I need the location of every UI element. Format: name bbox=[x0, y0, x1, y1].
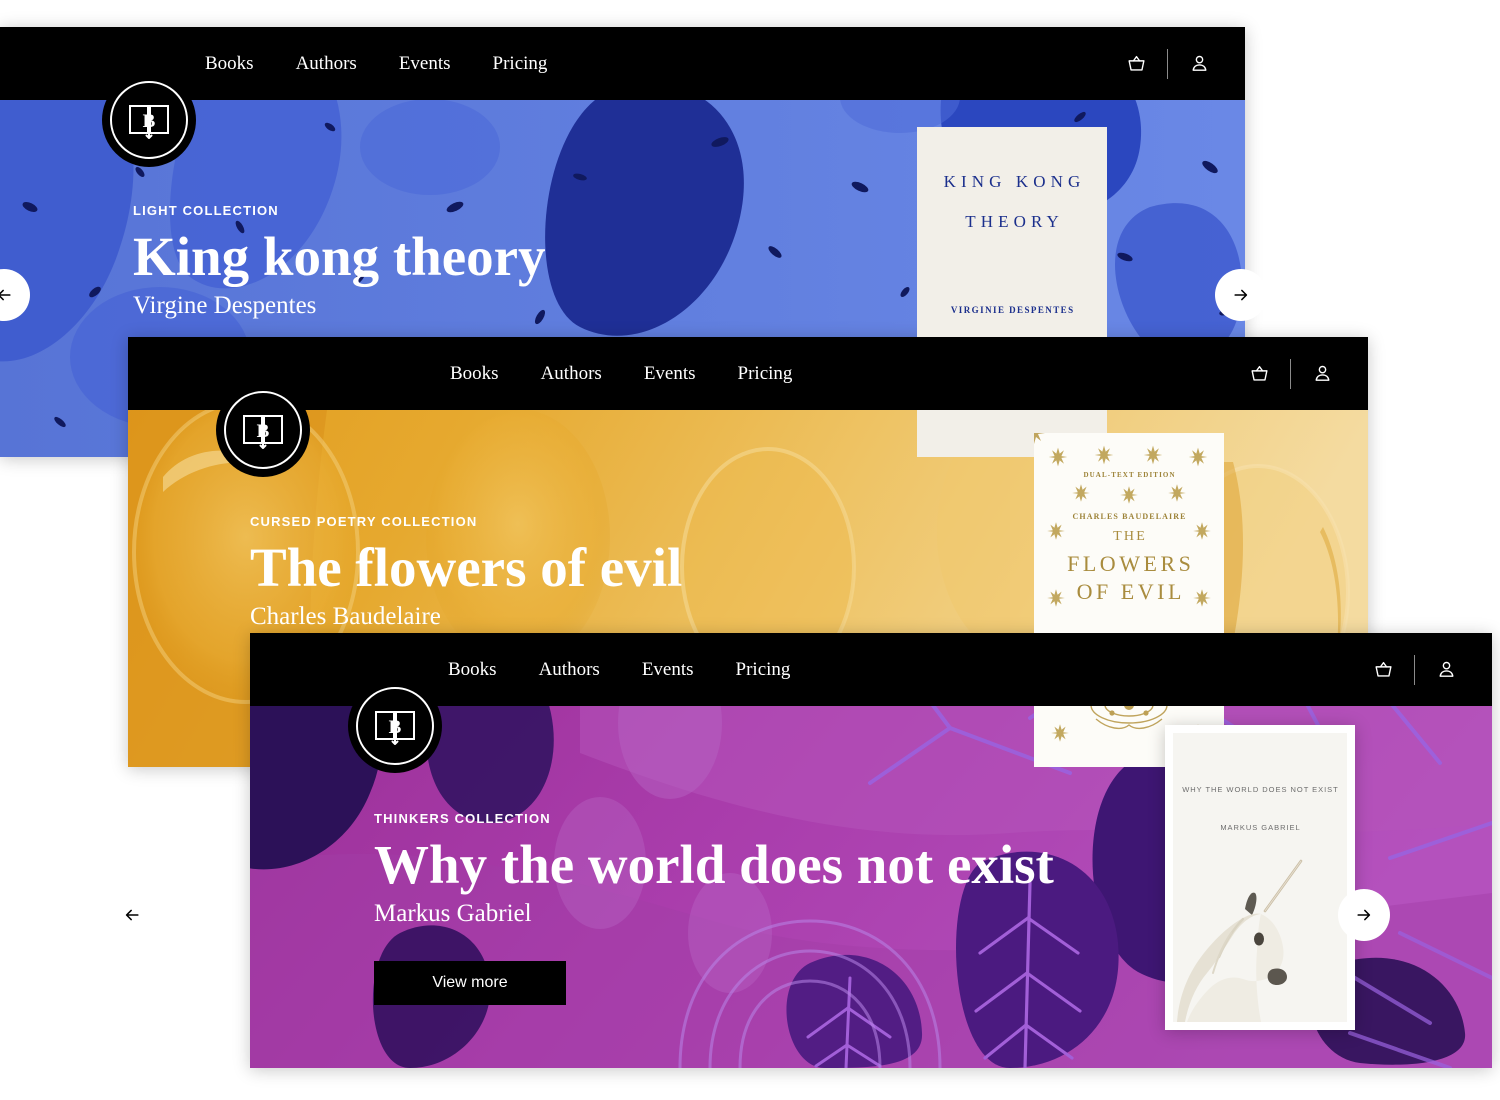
navbar: Books Authors Events Pricing bbox=[0, 27, 1245, 100]
site-logo[interactable]: B bbox=[348, 679, 442, 773]
cover-title-line-2: THEORY bbox=[965, 212, 1064, 231]
nav-link-authors[interactable]: Authors bbox=[539, 659, 600, 681]
navbar: Books Authors Events Pricing bbox=[250, 633, 1492, 706]
logo-ring: B bbox=[356, 687, 434, 765]
basket-icon[interactable] bbox=[1116, 44, 1156, 84]
slide-author: Virgine Despentes bbox=[133, 291, 317, 319]
open-book-icon: B bbox=[129, 105, 169, 139]
unicorn-head-photo bbox=[1173, 733, 1347, 1022]
slide-author: Markus Gabriel bbox=[374, 899, 532, 927]
basket-icon[interactable] bbox=[1363, 650, 1403, 690]
view-more-button[interactable]: View more bbox=[374, 960, 566, 1005]
nav-links: Books Authors Events Pricing bbox=[450, 363, 792, 385]
carousel-stage: Books Authors Events Pricing LIGHT COLLE… bbox=[0, 0, 1500, 1100]
nav-link-events[interactable]: Events bbox=[644, 363, 696, 385]
nav-links: Books Authors Events Pricing bbox=[448, 659, 790, 681]
slide-title: King kong theory bbox=[133, 226, 546, 287]
cover-title: WHY THE WORLD DOES NOT EXIST bbox=[1182, 785, 1339, 794]
slide-eyebrow: LIGHT COLLECTION bbox=[133, 203, 279, 218]
user-icon[interactable] bbox=[1179, 44, 1219, 84]
nav-actions bbox=[1363, 650, 1466, 690]
cover-artwork bbox=[1173, 733, 1347, 1022]
slide-eyebrow: THINKERS COLLECTION bbox=[374, 811, 551, 826]
nav-actions bbox=[1116, 44, 1219, 84]
slide-title: Why the world does not exist bbox=[374, 834, 1054, 895]
logo-ring: B bbox=[224, 391, 302, 469]
svg-text:B: B bbox=[143, 111, 156, 132]
nav-divider bbox=[1414, 654, 1415, 685]
svg-text:B: B bbox=[257, 421, 270, 442]
nav-actions bbox=[1239, 354, 1342, 394]
slide-hero: LIGHT COLLECTION King kong theory Virgin… bbox=[133, 203, 546, 320]
nav-link-pricing[interactable]: Pricing bbox=[738, 363, 793, 385]
nav-divider bbox=[1290, 358, 1291, 389]
nav-divider bbox=[1167, 48, 1168, 79]
cover-author: CHARLES BAUDELAIRE bbox=[1072, 512, 1187, 521]
nav-link-pricing[interactable]: Pricing bbox=[736, 659, 791, 681]
book-cover-the-flowers-of-evil[interactable]: DUAL-TEXT EDITION CHARLES BAUDELAIRE THE… bbox=[1034, 433, 1224, 767]
nav-link-authors[interactable]: Authors bbox=[296, 53, 357, 75]
nav-link-books[interactable]: Books bbox=[450, 363, 499, 385]
nav-link-books[interactable]: Books bbox=[205, 53, 254, 75]
cover-edition: DUAL-TEXT EDITION bbox=[1083, 471, 1176, 479]
nav-link-pricing[interactable]: Pricing bbox=[493, 53, 548, 75]
basket-icon[interactable] bbox=[1239, 354, 1279, 394]
cover-author: MARKUS GABRIEL bbox=[1220, 823, 1301, 832]
arrow-left-icon bbox=[0, 289, 11, 301]
navbar: Books Authors Events Pricing bbox=[128, 337, 1368, 410]
nav-link-events[interactable]: Events bbox=[642, 659, 694, 681]
arrow-right-icon bbox=[1357, 909, 1371, 921]
carousel-next-button[interactable] bbox=[1338, 889, 1390, 941]
book-cover-why-the-world-does-not-exist[interactable]: WHY THE WORLD DOES NOT EXIST MARKUS GABR… bbox=[1165, 725, 1355, 1030]
open-book-icon: B bbox=[375, 711, 415, 745]
arrow-right-icon bbox=[1234, 289, 1248, 301]
nav-link-events[interactable]: Events bbox=[399, 53, 451, 75]
arrow-left-icon bbox=[125, 909, 139, 921]
nav-link-authors[interactable]: Authors bbox=[541, 363, 602, 385]
open-book-icon: B bbox=[243, 415, 283, 449]
slide-hero: CURSED POETRY COLLECTION The flowers of … bbox=[250, 514, 682, 631]
logo-ring: B bbox=[110, 81, 188, 159]
cover-title-line-1: THE bbox=[1113, 529, 1148, 544]
cover-author: VIRGINIE DESPENTES bbox=[950, 305, 1075, 315]
carousel-prev-button[interactable] bbox=[106, 889, 158, 941]
carousel-next-button[interactable] bbox=[1215, 269, 1267, 321]
site-logo[interactable]: B bbox=[216, 383, 310, 477]
cover-title-line-1: KING KONG bbox=[943, 172, 1086, 191]
nav-links: Books Authors Events Pricing bbox=[205, 53, 547, 75]
slide-hero: THINKERS COLLECTION Why the world does n… bbox=[374, 811, 1054, 1005]
slide-why-the-world-does-not-exist: Books Authors Events Pricing THINKERS CO… bbox=[250, 633, 1492, 1068]
nav-link-books[interactable]: Books bbox=[448, 659, 497, 681]
slide-author: Charles Baudelaire bbox=[250, 602, 441, 630]
cover-title-line-3: OF EVIL bbox=[1076, 579, 1185, 604]
slide-eyebrow: CURSED POETRY COLLECTION bbox=[250, 514, 478, 529]
cover-title-line-2: FLOWERS bbox=[1067, 551, 1195, 576]
site-logo[interactable]: B bbox=[102, 73, 196, 167]
svg-text:B: B bbox=[389, 717, 402, 738]
slide-title: The flowers of evil bbox=[250, 537, 683, 598]
user-icon[interactable] bbox=[1302, 354, 1342, 394]
user-icon[interactable] bbox=[1426, 650, 1466, 690]
